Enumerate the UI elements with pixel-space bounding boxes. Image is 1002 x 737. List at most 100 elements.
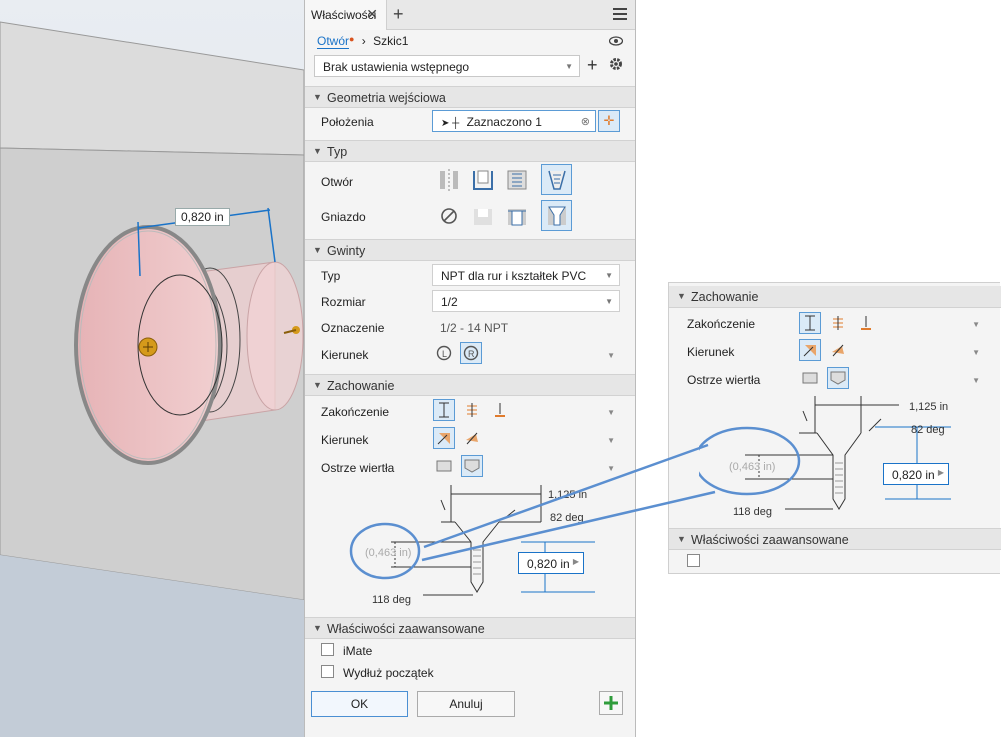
taper-tapped-hole-icon[interactable]: [541, 164, 572, 195]
hole-diagram: 1,125 in 82 deg (0,463 in) 118 deg: [349, 485, 595, 606]
positions-value: Zaznaczono 1: [466, 115, 542, 129]
breadcrumb-feature[interactable]: Otwór: [317, 34, 350, 49]
gear-icon[interactable]: [609, 57, 623, 74]
model-canvas[interactable]: [0, 0, 304, 737]
play-arrow-icon[interactable]: ▶: [573, 557, 579, 566]
zoom-default-direction-icon: [799, 339, 821, 361]
hamburger-menu-icon[interactable]: [613, 8, 627, 23]
add-tab-icon[interactable]: +: [393, 4, 404, 25]
section-title: Właściwości zaawansowane: [691, 533, 849, 547]
add-position-icon[interactable]: ✛: [598, 110, 620, 132]
to-face-icon[interactable]: [489, 399, 511, 421]
preset-dropdown[interactable]: Brak ustawienia wstępnego ▼: [314, 55, 580, 77]
add-hole-button[interactable]: [599, 691, 623, 715]
model-viewport[interactable]: 0,820 in: [0, 0, 304, 737]
properties-panel: Właściwości ✕ + Otwór● › Szkic1 Brak ust…: [304, 0, 636, 737]
zoom-section-behavior: ▼ Zachowanie: [669, 286, 1001, 308]
collapse-triangle-icon: ▼: [677, 534, 686, 544]
dropdown-arrow-icon[interactable]: ▼: [607, 464, 615, 473]
section-input-geometry[interactable]: ▼ Geometria wejściowa: [305, 86, 635, 108]
simple-hole-icon[interactable]: [435, 166, 463, 194]
angle-drill-point-icon[interactable]: [461, 455, 483, 477]
dropdown-arrow-icon: ▼: [972, 376, 980, 385]
collapse-triangle-icon: ▼: [677, 291, 686, 301]
size-dropdown[interactable]: 1/2 ▼: [432, 290, 620, 312]
designation-label: Oznaczenie: [321, 321, 385, 335]
clear-icon[interactable]: ⊗: [581, 115, 590, 128]
thread-type-value: NPT dla rur i kształtek PVC: [441, 269, 587, 283]
positions-selector[interactable]: ➤ ┼ Zaznaczono 1 ⊗: [432, 110, 596, 132]
behavior-direction-label: Kierunek: [321, 433, 369, 447]
cursor-icon: ➤ ┼: [441, 118, 460, 129]
termination-label: Zakończenie: [321, 405, 390, 419]
left-hand-thread-icon[interactable]: L: [433, 342, 455, 364]
breadcrumb-sketch[interactable]: Szkic1: [373, 34, 408, 48]
extend-start-checkbox[interactable]: [321, 665, 334, 678]
zoom-callout: ▼ Zachowanie Zakończenie ▼ Kierunek ▼ Os…: [668, 282, 1001, 574]
hole-label: Otwór: [321, 175, 354, 189]
right-hand-thread-icon[interactable]: R: [460, 342, 482, 364]
thread-direction-label: Kierunek: [321, 348, 369, 362]
zoom-depth-reference-text: (0,463 in): [729, 461, 775, 473]
collapse-triangle-icon: ▼: [313, 623, 322, 633]
drill-angle-text[interactable]: 118 deg: [372, 594, 411, 606]
clearance-hole-icon[interactable]: [469, 166, 497, 194]
counterbore-icon[interactable]: [469, 202, 497, 230]
add-preset-icon[interactable]: +: [587, 55, 598, 76]
ok-button[interactable]: OK: [311, 691, 408, 717]
thread-type-dropdown[interactable]: NPT dla rur i kształtek PVC ▼: [432, 264, 620, 286]
extend-start-label: Wydłuż początek: [343, 666, 434, 680]
section-type[interactable]: ▼ Typ: [305, 140, 635, 162]
countersink-angle-text[interactable]: 82 deg: [550, 512, 584, 524]
dropdown-arrow-icon: ▼: [972, 320, 980, 329]
zoom-depth-value: 0,820 in: [892, 468, 935, 482]
zoom-through-all-icon: [827, 312, 849, 334]
countersink-icon[interactable]: [541, 200, 572, 231]
flip-direction-icon[interactable]: [461, 427, 483, 449]
through-all-icon[interactable]: [461, 399, 483, 421]
diameter-text[interactable]: 1,125 in: [548, 489, 587, 501]
depth-input[interactable]: 0,820 in ▶: [518, 552, 584, 574]
section-title: Gwinty: [327, 244, 366, 258]
flat-drill-point-icon[interactable]: [433, 455, 455, 477]
zoom-termination-label: Zakończenie: [687, 317, 756, 331]
positions-label: Położenia: [321, 115, 374, 129]
imate-checkbox[interactable]: [321, 643, 334, 656]
zoom-direction-label: Kierunek: [687, 345, 735, 359]
zoom-flip-direction-icon: [827, 339, 849, 361]
cancel-button[interactable]: Anuluj: [417, 691, 515, 717]
spotface-icon[interactable]: [503, 202, 531, 230]
eye-icon[interactable]: [608, 35, 624, 49]
zoom-section-advanced: ▼ Właściwości zaawansowane: [669, 528, 1001, 550]
tapped-hole-icon[interactable]: [503, 166, 531, 194]
dimension-label[interactable]: 0,820 in: [175, 208, 230, 226]
section-behavior[interactable]: ▼ Zachowanie: [305, 374, 635, 396]
depth-reference-text: (0,463 in): [365, 547, 411, 559]
zoom-angle-drill-point-icon: [827, 367, 849, 389]
tab-properties[interactable]: Właściwości ✕: [305, 0, 387, 30]
default-direction-icon[interactable]: [433, 427, 455, 449]
distance-termination-icon[interactable]: [433, 399, 455, 421]
zoom-drill-angle-text: 118 deg: [733, 506, 772, 518]
section-advanced[interactable]: ▼ Właściwości zaawansowane: [305, 617, 635, 639]
svg-text:L: L: [442, 349, 447, 359]
dropdown-arrow-icon[interactable]: ▼: [607, 351, 615, 360]
thread-type-label: Typ: [321, 269, 341, 283]
play-arrow-icon: ▶: [937, 468, 944, 477]
zoom-drill-point-label: Ostrze wiertła: [687, 373, 761, 387]
seat-label: Gniazdo: [321, 210, 366, 224]
dropdown-arrow-icon[interactable]: ▼: [607, 436, 615, 445]
no-seat-icon[interactable]: [435, 202, 463, 230]
collapse-triangle-icon: ▼: [313, 92, 322, 102]
dropdown-arrow-icon[interactable]: ▼: [607, 408, 615, 417]
close-icon[interactable]: ✕: [366, 6, 378, 23]
collapse-triangle-icon: ▼: [313, 245, 322, 255]
warning-dot-icon: ●: [349, 34, 355, 44]
section-threads[interactable]: ▼ Gwinty: [305, 239, 635, 261]
depth-value: 0,820 in: [527, 557, 570, 571]
chevron-right-icon: ›: [361, 34, 366, 48]
zoom-to-face-icon: [855, 312, 877, 334]
section-title: Zachowanie: [327, 379, 395, 393]
section-title: Geometria wejściowa: [327, 91, 446, 105]
size-value: 1/2: [441, 295, 458, 309]
